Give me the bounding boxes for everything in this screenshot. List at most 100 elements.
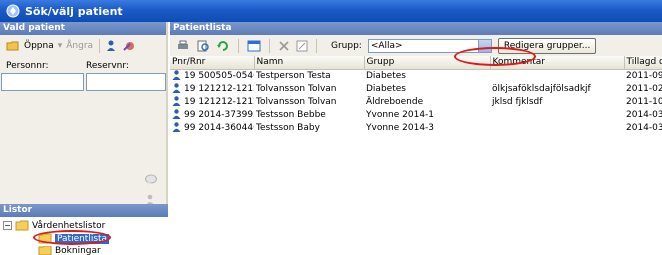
- app-icon: [6, 4, 20, 18]
- cell-text: 19 121212-1212: [184, 84, 254, 94]
- table-row[interactable]: 99 2014-360446 Testsson Baby Yvonne 2014-3…: [170, 121, 662, 134]
- cell-pnr: 19 500505-0546: [170, 69, 254, 82]
- cell-group: Yvonne 2014-3: [364, 121, 490, 134]
- cell-pnr: 99 2014-360446: [170, 121, 254, 134]
- table-row[interactable]: 19 121212-1212 Tolvansson Tolvan Diabetes ö…: [170, 82, 662, 95]
- reservnr-input[interactable]: [86, 73, 166, 91]
- cell-text: Tolvansson Tolvan: [256, 96, 337, 107]
- cell-pnr: 19 121212-1212: [170, 95, 254, 108]
- left-pane: Vald patient Öppna ▾ Ångra Personnr: Res…: [0, 22, 168, 255]
- right-pane: Patientlista Grupp: <Alla> Redigera grup…: [170, 22, 662, 255]
- cell-name: Tolvansson Tolvan: [254, 95, 364, 108]
- cell-date: 2011-10-: [624, 95, 662, 108]
- tree-collapse-icon[interactable]: −: [3, 221, 12, 230]
- cell-comment: [490, 69, 624, 82]
- cell-text: Äldreboende: [366, 96, 424, 107]
- cell-date: 2011-09-2: [624, 69, 662, 82]
- cell-text: Testperson Testa: [256, 70, 331, 81]
- right-toolbar: Grupp: <Alla> Redigera grupper...: [170, 35, 662, 56]
- tree-item-bokningar[interactable]: Bokningar: [38, 246, 101, 255]
- cell-text: Tolvansson Tolvan: [256, 83, 337, 94]
- columns-icon[interactable]: [247, 40, 261, 52]
- col-header-namn[interactable]: Namn: [254, 56, 365, 70]
- cell-text: 2011-02-: [626, 83, 662, 94]
- personnr-input[interactable]: [1, 73, 85, 91]
- window-title: Sök/välj patient: [25, 4, 123, 18]
- listor-header: Listor: [0, 204, 168, 217]
- cell-date: 2014-03-: [624, 121, 662, 134]
- window-title-bar: Sök/välj patient: [0, 0, 662, 22]
- col-header-tillagd[interactable]: Tillagd datum: [624, 56, 662, 70]
- cell-text: 99 2014-360446: [184, 123, 254, 133]
- cell-pnr: 19 121212-1212: [170, 82, 254, 95]
- toolbar-separator: [269, 38, 270, 53]
- cell-pnr: 99 2014-373993: [170, 108, 254, 121]
- cell-text: 2014-03-: [626, 109, 662, 120]
- cell-text: jklsd fjklsdf: [492, 96, 543, 107]
- person-icon: [172, 70, 181, 81]
- edit-groups-highlight-ring: [454, 47, 536, 66]
- toolbar-separator: [316, 38, 317, 53]
- left-toolbar: Öppna ▾ Ångra: [0, 35, 166, 57]
- cell-name: Testperson Testa: [254, 69, 364, 82]
- cell-text: Testsson Bebbe: [256, 109, 326, 120]
- print-icon[interactable]: [176, 40, 190, 52]
- cell-text: Yvonne 2014-3: [366, 122, 435, 133]
- cell-comment: ölkjsaföklsdajfölsadkjf: [490, 82, 624, 95]
- tree-item-vardenhetslistor[interactable]: − Vårdenhetslistor: [3, 220, 105, 231]
- group-select-value: <Alla>: [370, 40, 403, 51]
- patient-table: Pnr/Rnr Namn Grupp Kommentar Tillagd dat…: [170, 56, 662, 134]
- cell-text: ölkjsaföklsdajfölsadkjf: [492, 83, 591, 94]
- toolbar-separator: [238, 38, 239, 53]
- cell-name: Testsson Baby: [254, 121, 364, 134]
- cell-comment: [490, 108, 624, 121]
- patientlista-header: Patientlista: [170, 22, 662, 35]
- tree-label-vardenhetslistor: Vårdenhetslistor: [32, 220, 106, 231]
- cell-group: Diabetes: [364, 82, 490, 95]
- cell-text: 2011-10-: [626, 96, 662, 107]
- group-label: Grupp:: [331, 40, 362, 51]
- open-button[interactable]: Öppna: [24, 41, 54, 51]
- tree-label-bokningar: Bokningar: [55, 246, 101, 255]
- person-search-icon[interactable]: [106, 40, 118, 52]
- patientlista-highlight-ring: [33, 230, 111, 245]
- cell-text: Yvonne 2014-1: [366, 109, 435, 120]
- table-header-row: Pnr/Rnr Namn Grupp Kommentar Tillagd dat…: [170, 56, 662, 70]
- cell-group: Diabetes: [364, 69, 490, 82]
- cell-group: Äldreboende: [364, 95, 490, 108]
- cell-text: 99 2014-373993: [184, 110, 254, 120]
- table-row[interactable]: 99 2014-373993 Testsson Bebbe Yvonne 2014-…: [170, 108, 662, 121]
- speech-bubble-icon[interactable]: [144, 174, 158, 186]
- vald-patient-header: Vald patient: [0, 22, 166, 35]
- table-row[interactable]: 19 500505-0546 Testperson Testa Diabetes 20…: [170, 69, 662, 82]
- cell-comment: jklsd fjklsdf: [490, 95, 624, 108]
- person-icon: [172, 122, 181, 132]
- cell-name: Tolvansson Tolvan: [254, 82, 364, 95]
- cell-date: 2014-03-: [624, 108, 662, 121]
- open-folder-icon[interactable]: [6, 40, 20, 52]
- personnr-label: Personnr:: [6, 61, 49, 71]
- cell-text: 2014-03-: [626, 122, 662, 133]
- patient-tools-icon[interactable]: [122, 40, 136, 52]
- cell-group: Yvonne 2014-1: [364, 108, 490, 121]
- cell-text: 2011-09-2: [626, 70, 662, 81]
- cell-text: Testsson Baby: [256, 122, 320, 133]
- refresh-icon[interactable]: [216, 40, 230, 52]
- col-header-pnr[interactable]: Pnr/Rnr: [170, 56, 255, 70]
- folder-icon: [38, 246, 52, 255]
- delete-icon[interactable]: [278, 40, 290, 52]
- edit-icon[interactable]: [296, 40, 308, 52]
- table-row[interactable]: 19 121212-1212 Tolvansson Tolvan Äldreboen…: [170, 95, 662, 108]
- person-icon: [172, 83, 181, 93]
- cell-date: 2011-02-: [624, 82, 662, 95]
- revoke-button[interactable]: Ångra: [66, 41, 93, 51]
- toolbar-separator: [99, 39, 101, 53]
- person-icon: [172, 96, 181, 106]
- print-preview-icon[interactable]: [196, 40, 210, 52]
- reservnr-label: Reservnr:: [86, 61, 129, 71]
- cell-text: Diabetes: [366, 83, 406, 94]
- dropdown-arrow-icon[interactable]: ▾: [58, 41, 63, 51]
- cell-name: Testsson Bebbe: [254, 108, 364, 121]
- person-icon: [172, 109, 181, 119]
- cell-comment: [490, 121, 624, 134]
